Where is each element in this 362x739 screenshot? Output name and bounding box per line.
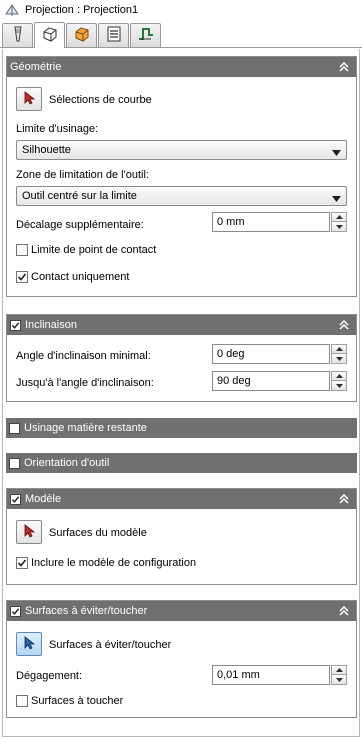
tilt-enable-checkbox[interactable] [10, 319, 21, 331]
list-settings-icon [105, 25, 123, 46]
tilt-section-title: Inclinaison [25, 319, 77, 331]
rest-machining-section: Usinage matière restante [6, 418, 357, 438]
avoid-touch-section-title: Surfaces à éviter/toucher [25, 605, 148, 617]
touch-surfaces-row: Surfaces à toucher [16, 695, 123, 707]
stepper-up-button[interactable] [331, 665, 347, 675]
rest-machining-checkbox[interactable] [9, 422, 20, 434]
curve-selection-label: Sélections de courbe [49, 94, 152, 106]
stock-box-icon [73, 25, 91, 46]
rest-machining-header[interactable]: Usinage matière restante [6, 418, 357, 438]
geometry-section-title: Géométrie [10, 61, 62, 73]
include-setup-model-row: Inclure le modèle de configuration [16, 557, 196, 569]
curve-selection-button[interactable] [16, 87, 42, 111]
contact-only-label: Contact uniquement [31, 271, 130, 283]
avoid-touch-surfaces-button[interactable] [16, 632, 42, 656]
additional-offset-input[interactable]: 0 mm [212, 212, 330, 232]
collapse-icon[interactable] [338, 492, 350, 506]
contact-point-boundary-row: Limite de point de contact [16, 244, 156, 256]
tool-orientation-section: Orientation d'outil [6, 453, 357, 473]
tool-containment-value: Outil centré sur la limite [22, 190, 137, 202]
min-tilt-stepper[interactable]: 0 deg [212, 344, 347, 364]
tab-geometry[interactable] [34, 22, 65, 48]
rest-machining-title: Usinage matière restante [24, 422, 147, 434]
stepper-up-button[interactable] [331, 212, 347, 222]
max-tilt-label: Jusqu'à l'angle d'inclinaison: [16, 377, 154, 389]
model-enable-checkbox[interactable] [10, 493, 21, 505]
projection-icon [4, 2, 20, 18]
machining-limit-value: Silhouette [22, 144, 71, 156]
stepper-down-button[interactable] [331, 675, 347, 685]
min-tilt-label: Angle d'inclinaison minimal: [16, 350, 151, 362]
collapse-icon[interactable] [338, 60, 350, 74]
tool-containment-select[interactable]: Outil centré sur la limite [16, 186, 347, 206]
link-icon [137, 25, 155, 46]
tool-orientation-title: Orientation d'outil [24, 457, 110, 469]
window-title: Projection : Projection1 [25, 4, 139, 16]
max-tilt-input[interactable]: 90 deg [212, 371, 330, 391]
model-surfaces-button[interactable] [16, 520, 42, 544]
avoid-touch-enable-checkbox[interactable] [10, 605, 21, 617]
tilt-section: Inclinaison Angle d'inclinaison minimal:… [6, 314, 357, 402]
pick-arrow-icon [23, 523, 36, 541]
tool-containment-label: Zone de limitation de l'outil: [16, 169, 149, 181]
collapse-icon[interactable] [338, 318, 350, 332]
model-section-title: Modèle [25, 493, 62, 505]
tab-bar [0, 22, 362, 48]
tilt-section-header[interactable]: Inclinaison [7, 315, 356, 335]
tool-orientation-checkbox[interactable] [9, 457, 20, 469]
avoid-touch-surfaces-label: Surfaces à éviter/toucher [49, 639, 172, 651]
contact-point-boundary-label: Limite de point de contact [31, 244, 157, 256]
contact-only-row: Contact uniquement [16, 271, 129, 283]
additional-offset-label: Décalage supplémentaire: [16, 219, 144, 231]
collapse-icon[interactable] [338, 604, 350, 618]
touch-surfaces-checkbox[interactable] [16, 695, 28, 707]
tool-orientation-header[interactable]: Orientation d'outil [6, 453, 357, 473]
stepper-down-button[interactable] [331, 354, 347, 364]
avoid-touch-section-header[interactable]: Surfaces à éviter/toucher [7, 601, 356, 621]
min-tilt-input[interactable]: 0 deg [212, 344, 330, 364]
additional-offset-stepper[interactable]: 0 mm [212, 212, 347, 232]
tab-tool[interactable] [2, 23, 33, 47]
model-surfaces-label: Surfaces du modèle [49, 527, 147, 539]
tab-linking[interactable] [130, 23, 161, 47]
pick-arrow-icon [23, 90, 36, 108]
geometry-section: Géométrie Sélections de courbe Limite d'… [6, 56, 357, 297]
stepper-down-button[interactable] [331, 381, 347, 391]
pick-arrow-icon [23, 635, 36, 653]
include-setup-model-label: Inclure le modèle de configuration [31, 557, 197, 569]
stepper-down-button[interactable] [331, 222, 347, 232]
avoid-touch-section: Surfaces à éviter/toucher Surfaces à évi… [6, 600, 357, 718]
model-section: Modèle Surfaces du modèle Inclure le mod… [6, 488, 357, 585]
geometry-section-header[interactable]: Géométrie [7, 57, 356, 77]
clearance-input[interactable]: 0,01 mm [212, 665, 330, 685]
model-section-header[interactable]: Modèle [7, 489, 356, 509]
contact-only-checkbox[interactable] [16, 271, 28, 283]
clearance-stepper[interactable]: 0,01 mm [212, 665, 347, 685]
touch-surfaces-label: Surfaces à toucher [31, 695, 124, 707]
tool-icon [9, 25, 27, 46]
include-setup-model-checkbox[interactable] [16, 557, 28, 569]
clearance-label: Dégagement: [16, 670, 83, 682]
chevron-down-icon [332, 147, 341, 159]
chevron-down-icon [332, 193, 341, 205]
stepper-up-button[interactable] [331, 344, 347, 354]
max-tilt-stepper[interactable]: 90 deg [212, 371, 347, 391]
contact-point-boundary-checkbox[interactable] [16, 244, 28, 256]
tab-heights[interactable] [66, 23, 97, 47]
machining-limit-label: Limite d'usinage: [16, 123, 99, 135]
title-bar: Projection : Projection1 [0, 0, 362, 20]
machining-limit-select[interactable]: Silhouette [16, 140, 347, 160]
stepper-up-button[interactable] [331, 371, 347, 381]
pattern-icon [41, 25, 59, 46]
tab-passes[interactable] [98, 23, 129, 47]
